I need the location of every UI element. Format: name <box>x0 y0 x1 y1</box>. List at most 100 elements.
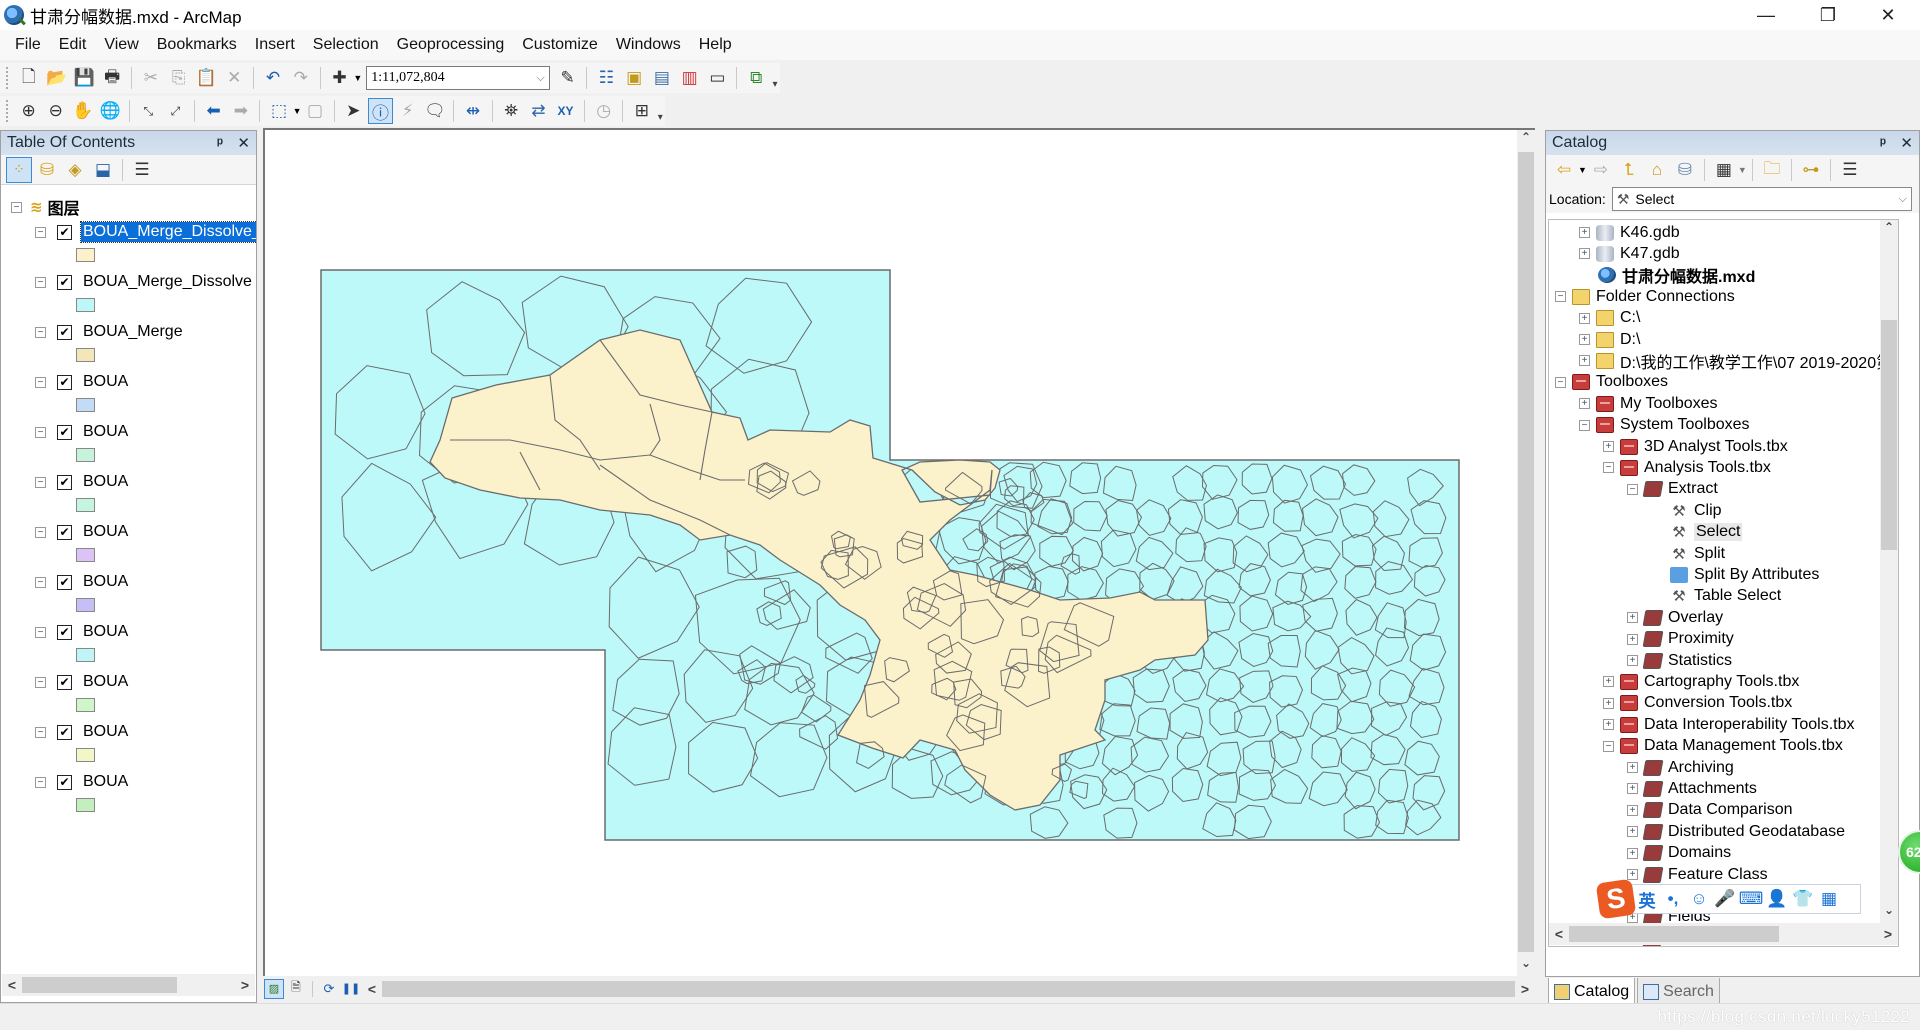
expand-icon[interactable]: + <box>1579 398 1590 410</box>
collapse-icon[interactable]: − <box>35 726 46 738</box>
toolbar-overflow-icon[interactable]: ▾ <box>770 66 780 90</box>
measure-icon[interactable]: ⇹ <box>460 98 485 124</box>
map-data-view[interactable] <box>263 128 1535 976</box>
expand-icon[interactable]: + <box>1579 312 1590 324</box>
tab-search[interactable]: Search <box>1637 978 1720 1006</box>
toc-layer-row[interactable]: − ✔ BOUA_Merge <box>35 321 185 343</box>
scroll-thumb[interactable] <box>1518 152 1534 952</box>
catalog-tree-item[interactable]: ⚒ Select <box>1651 522 1743 543</box>
python-window-icon[interactable]: ▭ <box>705 65 731 91</box>
layer-symbol-swatch[interactable] <box>76 248 95 262</box>
layer-visibility-checkbox[interactable]: ✔ <box>57 624 72 640</box>
search-window-icon[interactable]: ▤ <box>649 65 675 91</box>
expand-icon[interactable]: + <box>1603 697 1614 709</box>
close-icon[interactable]: ✕ <box>237 135 250 152</box>
scroll-thumb[interactable] <box>22 977 177 993</box>
layer-symbol-swatch[interactable] <box>76 598 95 612</box>
identify-icon[interactable]: ⓘ <box>367 98 394 124</box>
catalog-tree-item[interactable]: − Data Management Tools.tbx <box>1603 736 1843 757</box>
scroll-right-icon[interactable]: > <box>1878 926 1898 942</box>
find-route-icon[interactable]: ⇄ <box>526 98 551 124</box>
expand-icon[interactable]: + <box>1627 612 1638 624</box>
layer-symbol-swatch[interactable] <box>76 448 95 462</box>
layer-symbol-swatch[interactable] <box>76 798 95 812</box>
connect-to-folder-icon[interactable]: 🗀 <box>1759 157 1785 183</box>
layer-symbol-swatch[interactable] <box>76 698 95 712</box>
back-dropdown-icon[interactable]: ▼ <box>1578 165 1587 175</box>
find-binoculars-icon[interactable]: ⛯ <box>499 98 524 124</box>
scroll-up-icon[interactable]: ⌃ <box>1517 130 1535 150</box>
catalog-tree-item[interactable]: ⚒ Table Select <box>1651 586 1781 607</box>
ime-emoji-icon[interactable]: ☺ <box>1686 889 1712 909</box>
catalog-tree-item[interactable]: + Archiving <box>1627 757 1734 778</box>
clear-selection-icon[interactable]: ▢ <box>302 98 327 124</box>
menu-selection[interactable]: Selection <box>304 36 388 54</box>
catalog-tree-item[interactable]: Split By Attributes <box>1651 564 1819 585</box>
collapse-icon[interactable]: − <box>1603 462 1614 474</box>
list-by-selection-icon[interactable]: ⬓ <box>90 157 116 183</box>
undo-icon[interactable]: ↶ <box>260 65 286 91</box>
toc-layer-row[interactable]: − ✔ BOUA <box>35 521 130 543</box>
layer-visibility-checkbox[interactable]: ✔ <box>57 424 72 440</box>
expand-icon[interactable]: + <box>1627 804 1638 816</box>
layer-symbol-swatch[interactable] <box>76 748 95 762</box>
catalog-tree-item[interactable]: − System Toolboxes <box>1579 415 1750 436</box>
scroll-left-icon[interactable]: < <box>1549 926 1569 942</box>
default-geodatabase-icon[interactable]: ⛁ <box>1672 157 1698 183</box>
scroll-up-icon[interactable]: ⌃ <box>1880 220 1898 240</box>
collapse-icon[interactable]: − <box>11 201 22 213</box>
county-boundary[interactable] <box>726 545 758 579</box>
expand-icon[interactable]: + <box>1603 719 1614 731</box>
layer-visibility-checkbox[interactable]: ✔ <box>57 474 72 490</box>
layer-name[interactable]: BOUA_Merge_Dissolve_ <box>80 221 256 243</box>
menu-help[interactable]: Help <box>690 36 741 54</box>
minimize-button[interactable]: — <box>1738 0 1794 30</box>
catalog-tree-item[interactable]: + K46.gdb <box>1579 222 1680 243</box>
expand-icon[interactable]: + <box>1627 655 1638 666</box>
catalog-tree-item[interactable]: + D:\我的工作\教学工作\07 2019-2020第 <box>1579 350 1892 372</box>
menu-windows[interactable]: Windows <box>607 36 690 54</box>
menu-edit[interactable]: Edit <box>50 36 96 54</box>
toc-layer-row[interactable]: − ✔ BOUA <box>35 421 130 443</box>
select-features-dropdown-icon[interactable]: ▼ <box>293 106 302 116</box>
location-combobox[interactable]: ⚒ Select ⌵ <box>1611 187 1912 211</box>
fixed-zoom-out-icon[interactable]: ⤢ <box>163 98 188 124</box>
menu-insert[interactable]: Insert <box>246 36 304 54</box>
layer-name[interactable]: BOUA_Merge <box>81 322 185 342</box>
copy-icon[interactable]: ⎘ <box>166 65 192 91</box>
layer-name[interactable]: BOUA <box>81 372 130 392</box>
toolbar-overflow-icon[interactable]: ▾ <box>655 99 665 123</box>
fixed-zoom-in-icon[interactable]: ⤡ <box>136 98 161 124</box>
scroll-thumb[interactable] <box>1569 926 1779 942</box>
layer-name[interactable]: BOUA <box>81 472 130 492</box>
layer-name[interactable]: BOUA <box>81 522 130 542</box>
layer-visibility-checkbox[interactable]: ✔ <box>57 524 72 540</box>
layer-name[interactable]: BOUA <box>81 572 130 592</box>
print-icon[interactable]: 🖶 <box>99 65 125 91</box>
layer-visibility-checkbox[interactable]: ✔ <box>57 724 72 740</box>
catalog-tree-item[interactable]: + Feature Class <box>1627 864 1768 885</box>
ime-language-toggle[interactable]: 英 <box>1634 887 1660 912</box>
collapse-icon[interactable]: − <box>35 526 46 538</box>
catalog-tree-item[interactable]: + Distributed Geodatabase <box>1627 821 1845 842</box>
layer-visibility-checkbox[interactable]: ✔ <box>57 374 72 390</box>
layer-symbol-swatch[interactable] <box>76 398 95 412</box>
collapse-icon[interactable]: − <box>1603 740 1614 752</box>
catalog-tree-item[interactable]: + K47.gdb <box>1579 243 1680 264</box>
expand-icon[interactable]: + <box>1579 248 1590 260</box>
forward-arrow-icon[interactable]: ⇨ <box>1588 157 1614 183</box>
add-data-icon[interactable]: ✚ <box>327 65 353 91</box>
catalog-window-icon[interactable]: ▣ <box>621 65 647 91</box>
layer-symbol-swatch[interactable] <box>76 498 95 512</box>
arctoolbox-icon[interactable]: ▥ <box>677 65 703 91</box>
layer-symbol-swatch[interactable] <box>76 548 95 562</box>
ime-toolbox-icon[interactable]: ▦ <box>1816 889 1842 909</box>
toolbar-grip[interactable] <box>6 67 9 89</box>
catalog-horizontal-scrollbar[interactable]: < > <box>1549 923 1898 945</box>
list-by-source-icon[interactable]: ⛁ <box>34 157 60 183</box>
layer-visibility-checkbox[interactable]: ✔ <box>57 324 72 340</box>
open-icon[interactable]: 📂 <box>44 65 70 91</box>
toc-layer-row[interactable]: − ✔ BOUA <box>35 721 130 743</box>
scroll-down-icon[interactable]: ⌄ <box>1517 956 1535 976</box>
layer-name[interactable]: BOUA <box>81 672 130 692</box>
